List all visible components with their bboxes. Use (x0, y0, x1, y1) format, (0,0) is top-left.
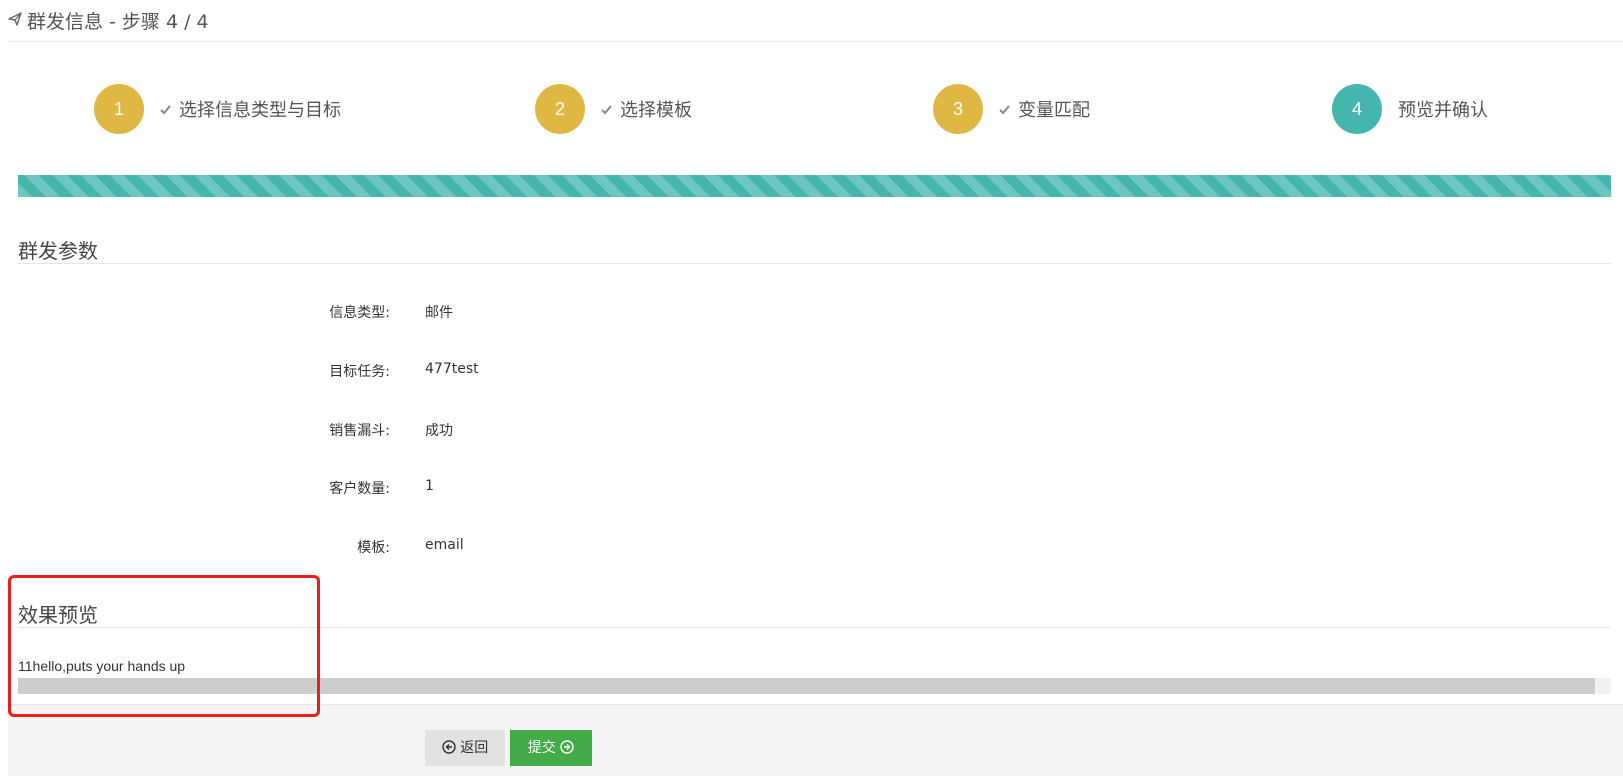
check-icon (601, 105, 612, 115)
param-value: email (425, 537, 464, 553)
step-number-badge: 1 (94, 84, 144, 134)
param-row-count: 客户数量: 1 (0, 476, 1000, 498)
param-label: 客户数量: (329, 481, 390, 497)
check-icon (160, 105, 171, 115)
back-button[interactable]: 返回 (425, 730, 505, 766)
check-icon (999, 105, 1010, 115)
form-actions-bar (8, 704, 1623, 776)
param-value: 1 (425, 478, 434, 494)
param-label: 目标任务: (329, 364, 390, 380)
wizard-steps: 1 选择信息类型与目标 2 选择模板 3 变量匹配 4 预览并确认 (0, 80, 1623, 140)
arrow-circle-right-icon (560, 740, 574, 754)
param-value: 邮件 (425, 305, 453, 321)
param-value: 477test (425, 361, 479, 377)
param-label: 销售漏斗: (329, 423, 390, 439)
submit-button[interactable]: 提交 (510, 730, 592, 766)
step-label: 预览并确认 (1398, 100, 1488, 121)
step-label: 选择信息类型与目标 (179, 100, 341, 121)
send-icon (8, 12, 22, 26)
step-number-badge: 4 (1332, 84, 1382, 134)
arrow-circle-left-icon (442, 740, 456, 754)
param-value: 成功 (425, 423, 453, 439)
param-row-type: 信息类型: 邮件 (0, 300, 1000, 322)
horizontal-scrollbar[interactable] (18, 678, 1611, 694)
section-divider (18, 263, 1611, 264)
param-label: 信息类型: (329, 305, 390, 321)
param-row-funnel: 销售漏斗: 成功 (0, 418, 1000, 440)
step-label: 选择模板 (620, 100, 692, 121)
section-divider (18, 627, 1611, 628)
submit-button-label: 提交 (527, 740, 556, 756)
param-row-template: 模板: email (0, 535, 1000, 557)
param-label: 模板: (357, 540, 390, 556)
params-section-title: 群发参数 (18, 239, 98, 263)
step-number-badge: 2 (535, 84, 585, 134)
preview-section-title: 效果预览 (18, 603, 98, 627)
highlight-box (8, 575, 320, 717)
back-button-label: 返回 (460, 740, 489, 756)
step-label: 变量匹配 (1018, 100, 1090, 121)
page-header: 群发信息 - 步骤 4 / 4 (8, 0, 1623, 42)
param-row-task: 目标任务: 477test (0, 359, 1000, 381)
page-title: 群发信息 - 步骤 4 / 4 (27, 11, 209, 33)
scrollbar-thumb[interactable] (18, 678, 1595, 694)
wizard-progress-bar (18, 175, 1611, 197)
step-number-badge: 3 (933, 84, 983, 134)
preview-content: 11hello,puts your hands up (18, 658, 186, 674)
